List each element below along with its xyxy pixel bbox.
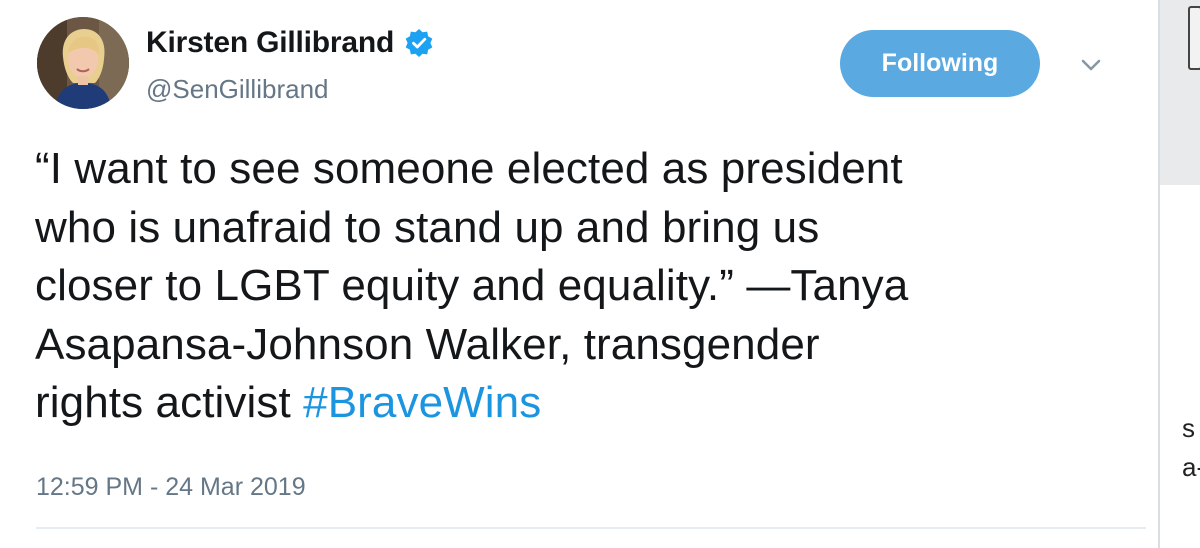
tweet-timestamp[interactable]: 12:59 PM - 24 Mar 2019 <box>36 473 306 502</box>
chevron-down-icon[interactable] <box>1073 50 1109 80</box>
avatar-portrait <box>37 17 129 109</box>
display-name[interactable]: Kirsten Gillibrand <box>146 26 394 60</box>
side-scroll-area <box>1160 0 1200 185</box>
scrollbar-thumb[interactable] <box>1188 6 1200 70</box>
side-text-fragment: s <box>1182 413 1195 443</box>
tweet-card: Kirsten Gillibrand @SenGillibrand Follow… <box>0 0 1158 548</box>
author-name-row[interactable]: Kirsten Gillibrand <box>146 26 434 60</box>
side-text-fragment: a- <box>1182 452 1200 482</box>
avatar[interactable] <box>37 17 129 109</box>
following-button[interactable]: Following <box>840 30 1040 97</box>
author-handle[interactable]: @SenGillibrand <box>146 74 328 105</box>
hashtag-link[interactable]: #BraveWins <box>303 378 541 427</box>
tweet-text-line: “I want to see someone elected as presid… <box>35 144 903 193</box>
tweet-text-line: Asapansa-Johnson Walker, transgender <box>35 319 820 369</box>
side-panel: s a- <box>1160 0 1200 548</box>
page: Kirsten Gillibrand @SenGillibrand Follow… <box>0 0 1200 548</box>
tweet-text-line-last: rights activist #BraveWins <box>35 374 1135 433</box>
tweet-text-segment: rights activist <box>35 378 304 427</box>
divider <box>36 527 1146 529</box>
verified-badge-icon <box>404 28 434 58</box>
tweet-text: “I want to see someone elected as presid… <box>35 140 1135 433</box>
tweet-text-line: who is unafraid to stand up and bring us <box>35 202 820 252</box>
tweet-text-line: closer to LGBT equity and equality.” —Ta… <box>35 261 909 310</box>
